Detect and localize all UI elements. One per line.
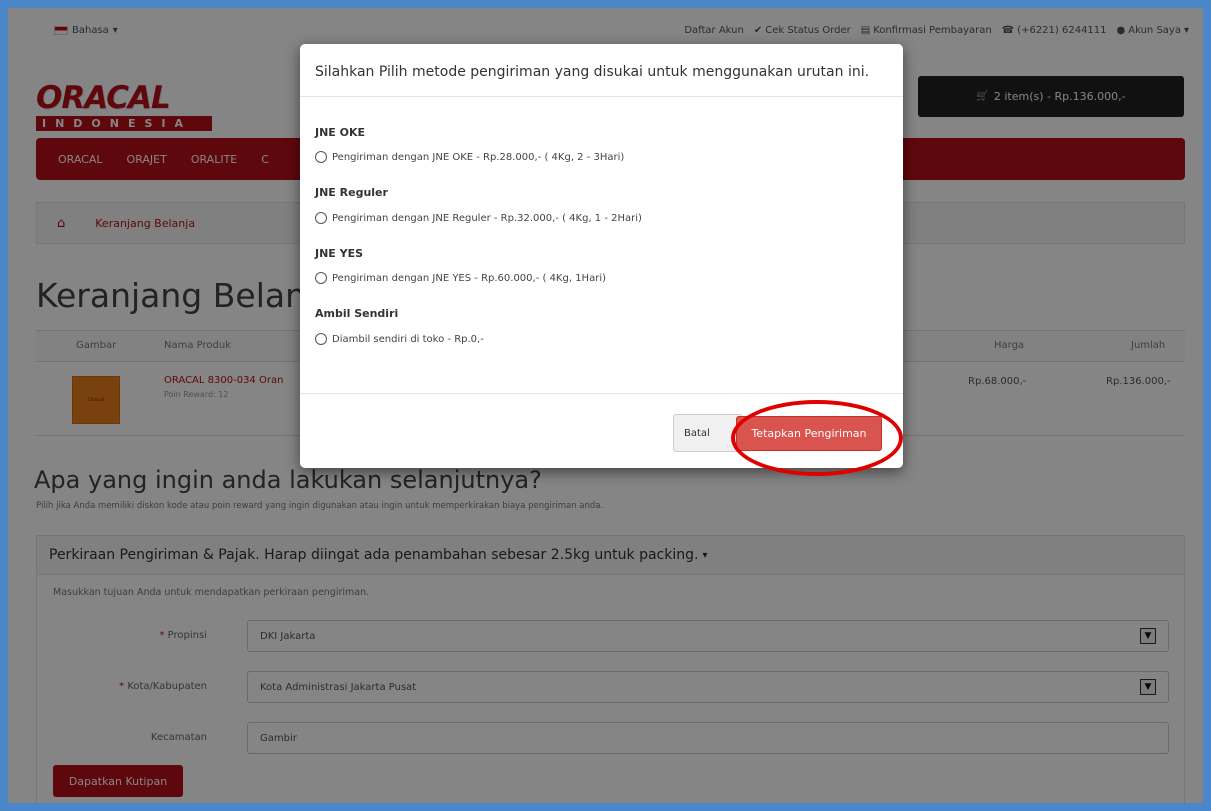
option-jne-reguler[interactable]: Pengiriman dengan JNE Reguler - Rp.32.00… (315, 212, 642, 224)
option-pickup[interactable]: Diambil sendiri di toko - Rp.0,- (315, 333, 484, 345)
modal-title: Silahkan Pilih metode pengiriman yang di… (315, 64, 870, 80)
option-jne-oke[interactable]: Pengiriman dengan JNE OKE - Rp.28.000,- … (315, 151, 624, 163)
radio-jne-yes[interactable] (315, 272, 327, 284)
option-jne-oke-label: Pengiriman dengan JNE OKE - Rp.28.000,- … (332, 151, 625, 163)
option-pickup-label: Diambil sendiri di toko - Rp.0,- (332, 333, 484, 345)
group-title-jne-reguler: JNE Reguler (315, 186, 388, 199)
group-title-jne-yes: JNE YES (315, 247, 364, 260)
radio-pickup[interactable] (315, 333, 327, 345)
highlight-circle (731, 400, 903, 476)
group-title-pickup: Ambil Sendiri (315, 307, 399, 320)
group-title-jne-oke: JNE OKE (315, 126, 366, 139)
radio-jne-oke[interactable] (315, 151, 327, 163)
option-jne-reguler-label: Pengiriman dengan JNE Reguler - Rp.32.00… (332, 212, 642, 224)
radio-jne-reguler[interactable] (315, 212, 327, 224)
option-jne-yes[interactable]: Pengiriman dengan JNE YES - Rp.60.000,- … (315, 272, 606, 284)
modal-footer-divider (300, 393, 903, 394)
option-jne-yes-label: Pengiriman dengan JNE YES - Rp.60.000,- … (332, 272, 606, 284)
page-frame: Bahasa ▾ Daftar Akun ✔ Cek Status Order ▤… (8, 8, 1203, 803)
modal-divider (300, 96, 903, 97)
